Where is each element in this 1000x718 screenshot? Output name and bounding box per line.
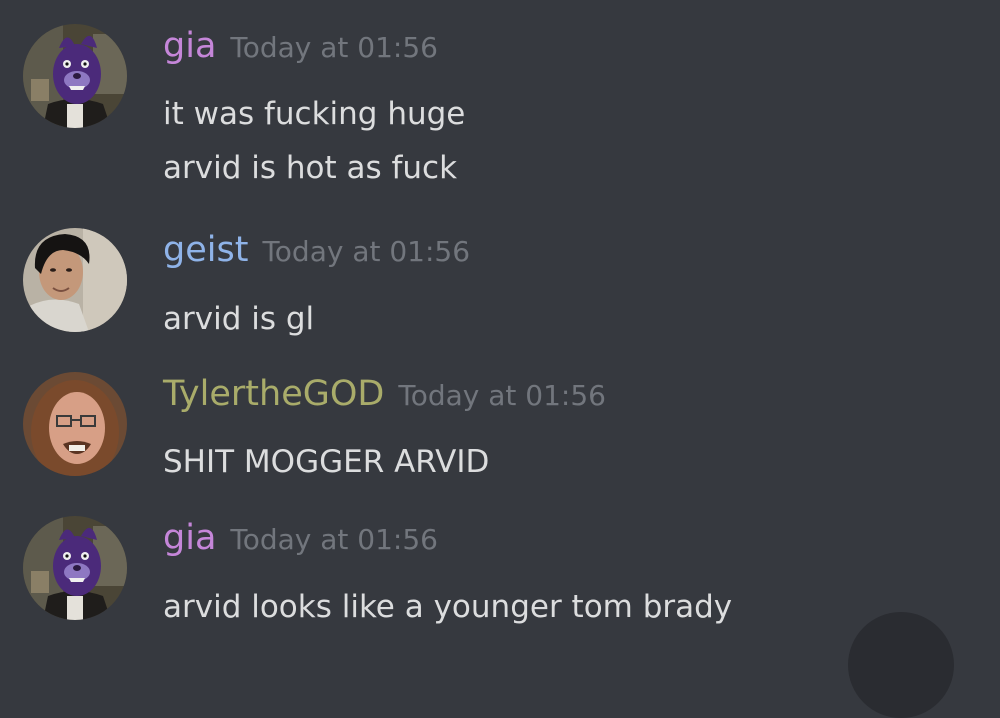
floating-action-button[interactable] [848,612,954,718]
chat-message-list: gia Today at 01:56 it was fucking huge ar… [0,0,1000,718]
username[interactable]: geist [163,230,248,270]
avatar[interactable] [23,228,127,332]
timestamp[interactable]: Today at 01:56 [230,523,438,556]
username[interactable]: gia [163,26,216,66]
username[interactable]: TylertheGOD [163,374,384,414]
avatar[interactable] [23,516,127,620]
message-text[interactable]: SHIT MOGGER ARVID [163,442,489,482]
message-header: gia Today at 01:56 [163,24,438,68]
message-text[interactable]: arvid is hot as fuck [163,148,457,188]
message-text[interactable]: arvid looks like a younger tom brady [163,587,732,627]
message-text[interactable]: arvid is gl [163,299,314,339]
purple-animatronic-mask-avatar-icon [23,24,127,128]
avatar[interactable] [23,24,127,128]
message-header: TylertheGOD Today at 01:56 [163,372,606,416]
man-with-glasses-photo-avatar-icon [23,372,127,476]
timestamp[interactable]: Today at 01:56 [262,235,470,268]
dark-haired-man-photo-avatar-icon [23,228,127,332]
username[interactable]: gia [163,518,216,558]
timestamp[interactable]: Today at 01:56 [230,31,438,64]
purple-animatronic-mask-avatar-icon [23,516,127,620]
message-text[interactable]: it was fucking huge [163,94,465,134]
message-header: geist Today at 01:56 [163,228,470,272]
avatar[interactable] [23,372,127,476]
message-header: gia Today at 01:56 [163,516,438,560]
timestamp[interactable]: Today at 01:56 [398,379,606,412]
